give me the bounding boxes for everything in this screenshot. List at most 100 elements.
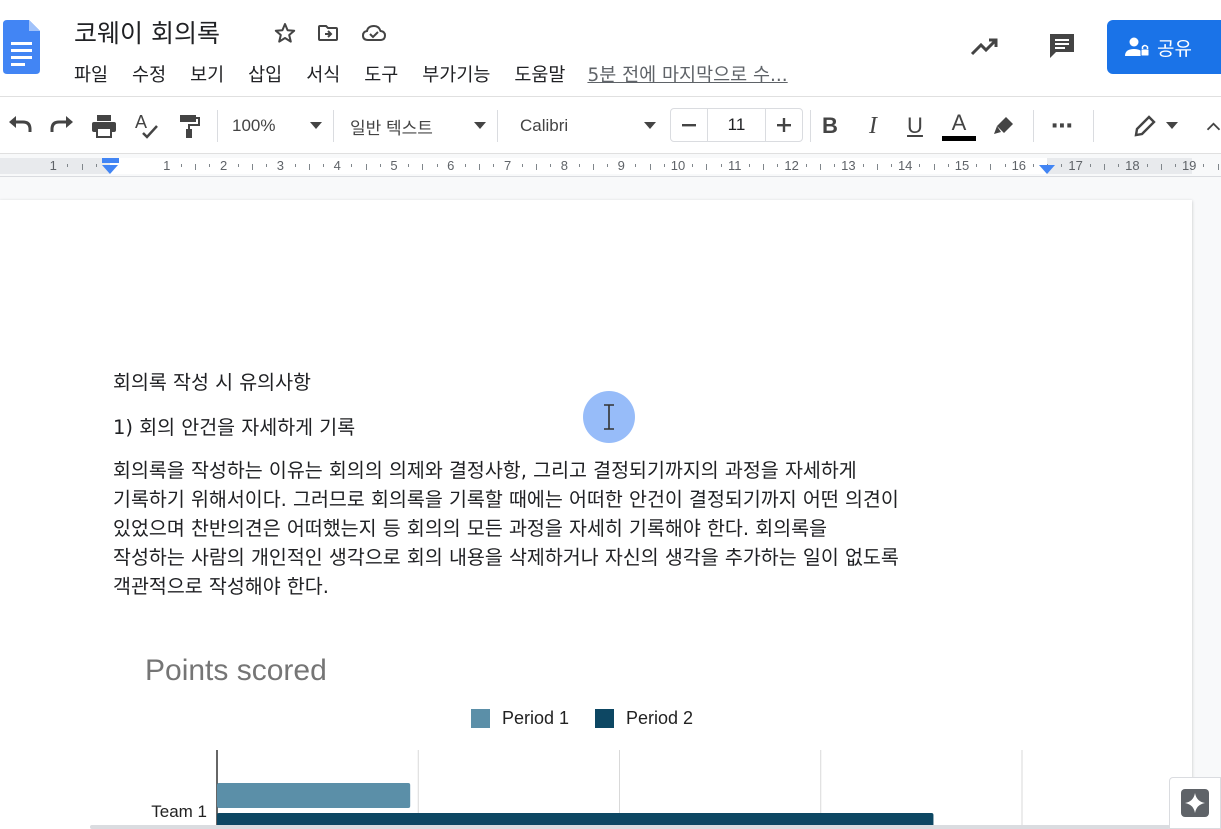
ruler-number: 16 [1011, 158, 1027, 173]
font-size-input[interactable]: 11 [706, 109, 767, 141]
body-line-5[interactable]: 객관적으로 작성해야 한다. [113, 572, 329, 602]
ruler-tick [592, 164, 594, 170]
ruler-tick [763, 164, 765, 170]
last-edit-link[interactable]: 5분 전에 마지막으로 수... [587, 61, 787, 87]
heading-paragraph[interactable]: 회의록 작성 시 유의사항 [113, 368, 311, 398]
ruler-tick [1217, 164, 1219, 170]
ruler-tick [308, 164, 310, 170]
point-1-paragraph[interactable]: 1) 회의 안건을 자세하게 기록 [113, 413, 355, 443]
ruler-tick [422, 164, 424, 170]
editing-mode-dropdown[interactable] [1125, 110, 1185, 142]
ruler-tick [323, 164, 324, 167]
body-line-1[interactable]: 회의록을 작성하는 이유는 회의의 의제와 결정사항, 그리고 결정되기까지의 … [113, 456, 857, 486]
more-options-button[interactable]: ⋯ [1046, 110, 1078, 142]
ruler-number: 12 [784, 158, 799, 173]
right-indent-marker[interactable] [1039, 165, 1055, 174]
pencil-icon [1134, 115, 1156, 137]
paragraph-style-value: 일반 텍스트 [350, 118, 433, 138]
comments-icon[interactable] [1043, 27, 1081, 65]
star-icon[interactable] [272, 20, 298, 46]
document-title[interactable]: 코웨이 회의록 [74, 14, 220, 50]
left-indent-marker[interactable] [102, 165, 118, 174]
menu-help[interactable]: 도움말 [502, 61, 577, 87]
ruler-tick [379, 164, 381, 167]
chevron-down-icon [1166, 122, 1178, 129]
ruler-tick [805, 164, 807, 167]
ruler-tick [266, 164, 268, 167]
font-value: Calibri [520, 116, 569, 135]
embedded-chart[interactable]: Points scored Period 1 Period 2 Team 1 [113, 650, 1063, 829]
ruler-tick [919, 164, 921, 167]
decrease-font-size-button[interactable] [671, 109, 707, 141]
text-color-letter: A [951, 109, 967, 135]
zoom-value: 100% [232, 116, 276, 135]
ruler-tick [1203, 164, 1205, 167]
ruler-tick [720, 164, 722, 167]
menu-file[interactable]: 파일 [62, 61, 120, 87]
ruler-tick [1033, 164, 1034, 167]
share-button[interactable]: 공유 [1107, 20, 1221, 74]
menu-format[interactable]: 서식 [294, 61, 352, 87]
chevron-down-icon [644, 122, 656, 129]
cloud-saved-icon[interactable] [361, 20, 387, 46]
ruler-tick [95, 164, 97, 167]
chevron-down-icon [310, 122, 322, 129]
italic-button[interactable]: I [859, 110, 887, 142]
paint-format-icon[interactable] [175, 110, 203, 142]
ruler-tick [976, 164, 978, 167]
ruler-tick [635, 164, 637, 167]
increase-font-size-button[interactable] [766, 109, 802, 141]
chevron-down-icon [474, 122, 486, 129]
menu-addons[interactable]: 부가기능 [410, 61, 502, 87]
share-label: 공유 [1157, 37, 1192, 60]
highlight-color-icon[interactable] [989, 110, 1019, 142]
underline-button[interactable]: U [901, 110, 929, 142]
ruler-number: 11 [728, 158, 742, 173]
ruler-tick [1175, 164, 1176, 167]
undo-icon[interactable] [5, 110, 35, 142]
activity-trend-icon[interactable] [966, 28, 1004, 66]
menu-tools[interactable]: 도구 [352, 61, 410, 87]
ruler-number: 8 [560, 158, 568, 173]
menu-edit[interactable]: 수정 [120, 61, 178, 87]
zoom-dropdown[interactable]: 100% [232, 110, 322, 142]
ruler-tick [81, 164, 83, 170]
ruler-number: 14 [897, 158, 913, 173]
ruler-number: 5 [390, 158, 398, 173]
ruler-number: 18 [1125, 158, 1140, 173]
collapse-toolbar-icon[interactable] [1206, 110, 1221, 142]
redo-icon[interactable] [47, 110, 77, 142]
ruler-number: 1 [163, 158, 171, 173]
ruler-number: 2 [219, 158, 228, 173]
horizontal-scrollbar[interactable] [90, 825, 1170, 829]
print-icon[interactable] [89, 110, 119, 142]
ruler-tick [876, 164, 878, 170]
menu-insert[interactable]: 삽입 [236, 61, 294, 87]
ruler-number: 7 [503, 158, 512, 173]
text-color-button[interactable]: A [942, 110, 976, 142]
body-line-2[interactable]: 기록하기 위해서이다. 그러므로 회의록을 기록할 때에는 어떠한 안건이 결정… [113, 485, 899, 515]
app-header: 코웨이 회의록 파일 수정 보기 삽입 서식 도구 부가기능 도움말 5분 전에… [0, 0, 1221, 96]
chart-category-label: Team 1 [151, 802, 207, 821]
chart-bar [217, 783, 411, 808]
body-line-3[interactable]: 있었으며 찬반의견은 어떠했는지 등 회의의 모든 과정을 자세히 기록해야 한… [113, 514, 827, 544]
docs-logo-icon[interactable] [3, 20, 40, 74]
menu-view[interactable]: 보기 [178, 61, 236, 87]
spellcheck-icon[interactable]: A [131, 110, 163, 142]
font-dropdown[interactable]: Calibri [520, 110, 656, 142]
first-line-indent-marker[interactable] [102, 158, 119, 163]
menu-bar: 파일 수정 보기 삽입 서식 도구 부가기능 도움말 5분 전에 마지막으로 수… [62, 60, 788, 88]
svg-text:A: A [135, 113, 147, 132]
ruler-number: 10 [670, 158, 686, 173]
paragraph-style-dropdown[interactable]: 일반 텍스트 [350, 110, 486, 142]
ruler-tick [195, 164, 197, 170]
move-to-folder-icon[interactable] [315, 20, 341, 46]
body-line-4[interactable]: 작성하는 사람의 개인적인 생각으로 회의 내용을 삭제하거나 자신의 생각을 … [113, 543, 899, 573]
ruler-number: 9 [617, 158, 625, 173]
horizontal-ruler[interactable]: 1 1 2 3 4 5 6 7 8 9 10 11 12 13 14 15 16 17 18 19 [0, 155, 1221, 177]
ruler-tick [607, 164, 608, 167]
explore-button[interactable] [1169, 777, 1221, 829]
ruler-tick [990, 164, 992, 170]
bold-button[interactable]: B [816, 110, 844, 142]
ruler-tick [692, 164, 694, 167]
